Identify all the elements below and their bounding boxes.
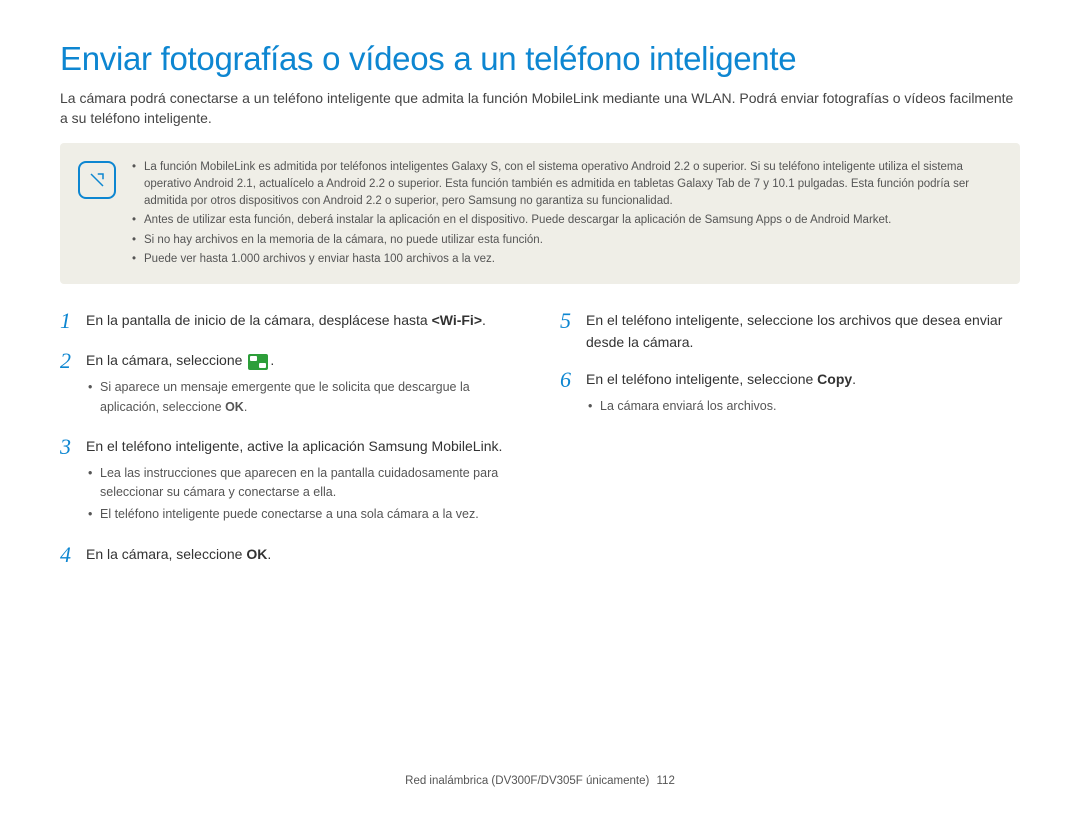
column-right: 5 En el teléfono inteligente, seleccione…: [560, 308, 1020, 582]
step-text: En el teléfono inteligente, seleccione: [586, 371, 817, 387]
step-text: En el teléfono inteligente, active la ap…: [86, 438, 502, 454]
step-text: .: [852, 371, 856, 387]
step-sub-item: El teléfono inteligente puede conectarse…: [86, 505, 520, 524]
step-sub-item: Si aparece un mensaje emergente que le s…: [86, 378, 520, 417]
step-4: 4 En la cámara, seleccione OK.: [60, 542, 520, 568]
step-number: 4: [60, 542, 86, 568]
step-number: 2: [60, 348, 86, 419]
note-item: Si no hay archivos en la memoria de la c…: [132, 232, 1002, 249]
step-body: En el teléfono inteligente, seleccione l…: [586, 308, 1020, 353]
note-item: Puede ver hasta 1.000 archivos y enviar …: [132, 251, 1002, 268]
step-bold: Copy: [817, 371, 852, 387]
step-sub-item: Lea las instrucciones que aparecen en la…: [86, 464, 520, 503]
step-number: 3: [60, 434, 86, 528]
step-body: En el teléfono inteligente, active la ap…: [86, 434, 520, 528]
step-text: En la cámara, seleccione: [86, 546, 246, 562]
note-item: Antes de utilizar esta función, deberá i…: [132, 212, 1002, 229]
step-body: En el teléfono inteligente, seleccione C…: [586, 367, 856, 419]
step-5: 5 En el teléfono inteligente, seleccione…: [560, 308, 1020, 353]
step-text: .: [482, 312, 486, 328]
note-icon: [78, 161, 116, 199]
note-item: La función MobileLink es admitida por te…: [132, 159, 1002, 211]
footer-text: Red inalámbrica (DV300F/DV305F únicament…: [405, 775, 649, 787]
step-text: .: [270, 352, 274, 368]
step-text: En el teléfono inteligente, seleccione l…: [586, 312, 1002, 350]
step-text: En la pantalla de inicio de la cámara, d…: [86, 312, 432, 328]
page-footer: Red inalámbrica (DV300F/DV305F únicament…: [0, 775, 1080, 787]
step-3: 3 En el teléfono inteligente, active la …: [60, 434, 520, 528]
step-1: 1 En la pantalla de inicio de la cámara,…: [60, 308, 520, 334]
step-sub-item: La cámara enviará los archivos.: [586, 397, 856, 416]
step-number: 6: [560, 367, 586, 419]
step-number: 5: [560, 308, 586, 353]
steps-columns: 1 En la pantalla de inicio de la cámara,…: [60, 308, 1020, 582]
inline-bold: OK: [225, 400, 244, 414]
note-list: La función MobileLink es admitida por te…: [132, 159, 1002, 269]
step-6: 6 En el teléfono inteligente, seleccione…: [560, 367, 1020, 419]
mobilelink-icon: [248, 354, 268, 370]
step-bold: OK: [246, 546, 267, 562]
intro-paragraph: La cámara podrá conectarse a un teléfono…: [60, 88, 1020, 129]
step-body: En la pantalla de inicio de la cámara, d…: [86, 308, 486, 334]
step-bold: <Wi-Fi>: [432, 312, 482, 328]
step-body: En la cámara, seleccione . Si aparece un…: [86, 348, 520, 419]
step-text: En la cámara, seleccione: [86, 352, 246, 368]
manual-page: Enviar fotografías o vídeos a un teléfon…: [0, 0, 1080, 815]
column-left: 1 En la pantalla de inicio de la cámara,…: [60, 308, 520, 582]
step-text: .: [267, 546, 271, 562]
page-title: Enviar fotografías o vídeos a un teléfon…: [60, 40, 1020, 78]
step-body: En la cámara, seleccione OK.: [86, 542, 271, 568]
step-number: 1: [60, 308, 86, 334]
step-2: 2 En la cámara, seleccione . Si aparece …: [60, 348, 520, 419]
page-number: 112: [657, 775, 675, 787]
note-box: La función MobileLink es admitida por te…: [60, 143, 1020, 285]
